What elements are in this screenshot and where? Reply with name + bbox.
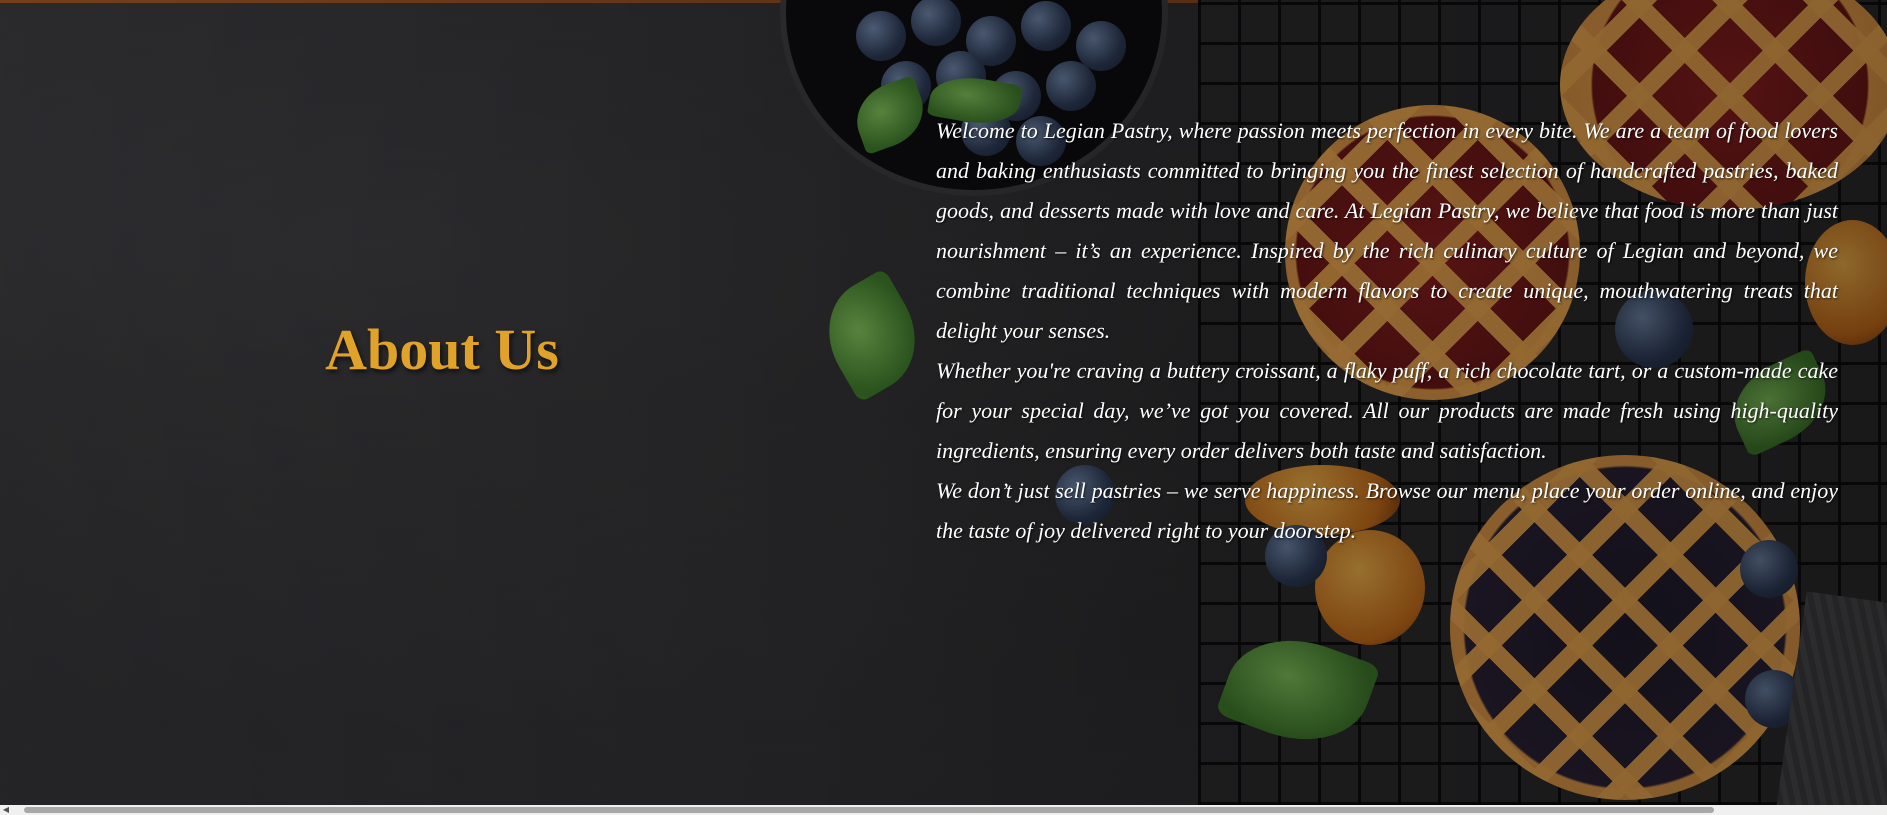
scrollbar-thumb[interactable] — [24, 807, 1714, 813]
mint-leaf-image — [807, 268, 937, 403]
section-title: About Us — [325, 317, 559, 382]
about-section: About Us Welcome to Legian Pastry, where… — [0, 0, 1887, 815]
about-paragraph: Welcome to Legian Pastry, where passion … — [936, 118, 1838, 343]
about-paragraph: We don’t just sell pastries – we serve h… — [936, 478, 1838, 543]
about-paragraph: Whether you're craving a buttery croissa… — [936, 358, 1838, 463]
about-description: Welcome to Legian Pastry, where passion … — [936, 111, 1838, 551]
scroll-left-arrow-icon[interactable]: ◀ — [0, 805, 12, 815]
horizontal-scrollbar[interactable]: ◀ — [0, 805, 1887, 815]
